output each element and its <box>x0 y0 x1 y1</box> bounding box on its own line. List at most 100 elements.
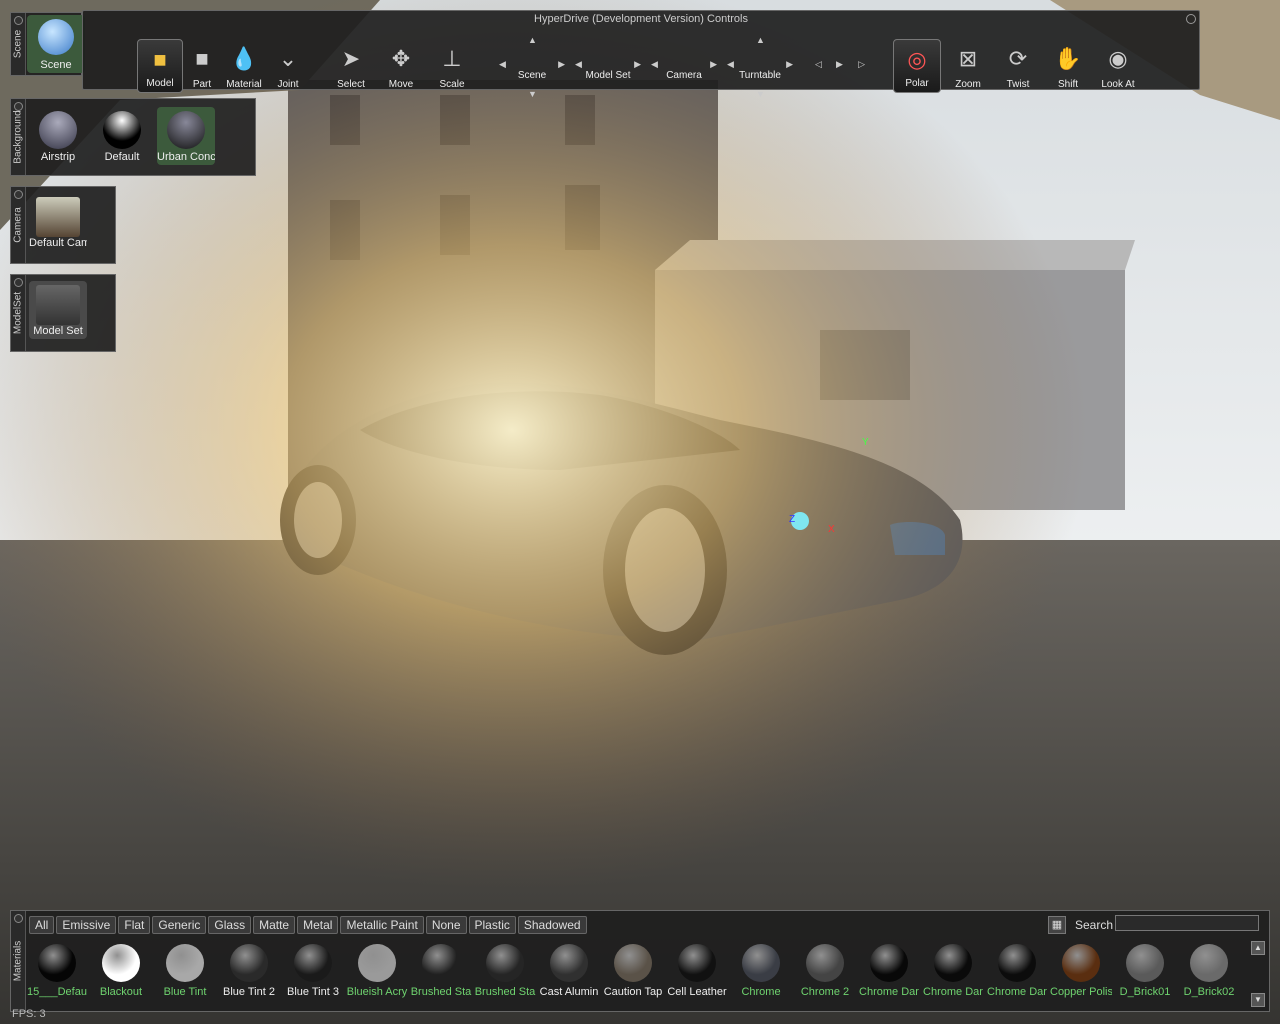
material-label: Cell Leather <box>667 986 727 998</box>
background-urban-concrete[interactable]: Urban Conc <box>157 107 215 165</box>
material-item[interactable]: Chrome Dar <box>986 938 1048 1004</box>
material-item[interactable]: Cast Alumin <box>538 938 600 1004</box>
material-item[interactable]: Caution Tap <box>602 938 664 1004</box>
material-swatch <box>166 944 204 982</box>
material-item[interactable]: Blue Tint <box>154 938 216 1004</box>
scale-tool-label: Scale <box>439 79 465 90</box>
model-set-nav[interactable]: ◀ ▶ Model Set <box>573 41 643 93</box>
turntable-prev-icon[interactable]: ◀ <box>727 59 734 70</box>
scale-tool-button[interactable]: ⊥ Scale <box>429 39 475 93</box>
scene-panel: Scene Scene <box>10 12 85 76</box>
polar-camera-button[interactable]: ◎ Polar <box>893 39 941 93</box>
scene-button[interactable]: Scene <box>27 15 85 73</box>
shift-camera-button[interactable]: ✋ Shift <box>1045 39 1091 93</box>
scene-nav[interactable]: ◀ ▶ ▲ ▼ Scene <box>497 35 567 99</box>
material-swatch <box>486 944 524 982</box>
materials-tab-label: Materials <box>12 940 24 982</box>
filter-generic[interactable]: Generic <box>152 916 207 934</box>
urban-label: Urban Conc <box>157 151 215 163</box>
material-swatch <box>550 944 588 982</box>
scene-side-tab[interactable]: Scene <box>11 13 26 75</box>
material-item[interactable]: Chrome 2 <box>794 938 856 1004</box>
scene-prev-icon[interactable]: ◀ <box>499 59 506 70</box>
filter-metal[interactable]: Metal <box>297 916 339 934</box>
material-item[interactable]: Blueish Acry <box>346 938 408 1004</box>
turntable-next-icon[interactable]: ▶ <box>786 59 793 70</box>
camera-default[interactable]: Default Cam <box>29 193 87 251</box>
twist-camera-button[interactable]: ⟳ Twist <box>995 39 1041 93</box>
turntable-nav[interactable]: ◀ ▶ ▲ ▼ Turntable <box>725 35 795 99</box>
filter-metallic-paint[interactable]: Metallic Paint <box>340 916 424 934</box>
filter-matte[interactable]: Matte <box>253 916 296 934</box>
material-item[interactable]: Blue Tint 3 <box>282 938 344 1004</box>
model-tool-button[interactable]: ■ Model <box>137 39 183 93</box>
modelset-side-tab[interactable]: ModelSet <box>11 275 26 351</box>
select-tool-button[interactable]: ➤ Select <box>328 39 374 93</box>
cursor-icon: ➤ <box>341 46 361 71</box>
background-side-tab[interactable]: Background <box>11 99 26 175</box>
material-item[interactable]: Brushed Sta <box>474 938 536 1004</box>
turntable-up-icon[interactable]: ▲ <box>756 35 765 45</box>
play-icon[interactable]: ▶ <box>836 59 843 70</box>
material-item[interactable]: Chrome Dar <box>922 938 984 1004</box>
material-label: Blueish Acry <box>346 986 408 998</box>
material-item[interactable]: Blackout <box>90 938 152 1004</box>
filter-glass[interactable]: Glass <box>208 916 252 934</box>
model-set-prev-icon[interactable]: ◀ <box>575 59 582 70</box>
toolbar-title: HyperDrive (Development Version) Control… <box>534 13 748 25</box>
model-set-next-icon[interactable]: ▶ <box>634 59 641 70</box>
scene-next-icon[interactable]: ▶ <box>558 59 565 70</box>
filter-none[interactable]: None <box>425 916 467 934</box>
joint-tool-button[interactable]: ⌄ Joint <box>265 39 311 93</box>
material-item[interactable]: Copper Polis <box>1050 938 1112 1004</box>
search-input[interactable] <box>1115 915 1259 931</box>
forward-icon[interactable]: ▷ <box>858 59 865 70</box>
material-swatch <box>998 944 1036 982</box>
scroll-up-icon[interactable]: ▲ <box>1251 941 1265 955</box>
rewind-icon[interactable]: ◁ <box>815 59 822 70</box>
material-label: Blue Tint 3 <box>287 986 339 998</box>
filter-shadowed[interactable]: Shadowed <box>517 916 587 934</box>
materials-side-tab[interactable]: Materials <box>11 911 26 1011</box>
material-item[interactable]: Chrome <box>730 938 792 1004</box>
filter-plastic[interactable]: Plastic <box>468 916 516 934</box>
material-item[interactable]: D_Brick02 <box>1178 938 1240 1004</box>
background-airstrip[interactable]: Airstrip <box>29 107 87 165</box>
scroll-down-icon[interactable]: ▼ <box>1251 993 1265 1007</box>
playback-controls[interactable]: ◁ ▶ ▷ <box>805 41 875 93</box>
material-swatch <box>294 944 332 982</box>
material-item[interactable]: Cell Leather <box>666 938 728 1004</box>
move-tool-button[interactable]: ✥ Move <box>378 39 424 93</box>
grid-view-icon[interactable]: ▦ <box>1048 916 1066 934</box>
camera-next-icon[interactable]: ▶ <box>710 59 717 70</box>
zoom-camera-button[interactable]: ⊠ Zoom <box>945 39 991 93</box>
filter-emissive[interactable]: Emissive <box>56 916 117 934</box>
eye-icon: ◉ <box>1108 46 1128 71</box>
material-tool-button[interactable]: 💧 Material <box>221 39 267 93</box>
modelset-tab-label: ModelSet <box>12 291 24 335</box>
joint-tool-label: Joint <box>277 79 299 90</box>
turntable-down-icon[interactable]: ▼ <box>756 89 765 99</box>
camera-side-tab[interactable]: Camera <box>11 187 26 263</box>
material-item[interactable]: Brushed Sta <box>410 938 472 1004</box>
filter-flat[interactable]: Flat <box>118 916 151 934</box>
material-item[interactable]: 15___Defau <box>26 938 88 1004</box>
camera-prev-icon[interactable]: ◀ <box>651 59 658 70</box>
part-tool-label: Part <box>192 79 212 90</box>
material-item[interactable]: Blue Tint 2 <box>218 938 280 1004</box>
material-item[interactable]: D_Brick01 <box>1114 938 1176 1004</box>
scene-up-icon[interactable]: ▲ <box>528 35 537 45</box>
look-at-camera-button[interactable]: ◉ Look At <box>1095 39 1141 93</box>
toolbar-close-icon[interactable] <box>1186 14 1196 24</box>
material-item[interactable]: Chrome Dar <box>858 938 920 1004</box>
filter-all[interactable]: All <box>29 916 55 934</box>
material-swatch <box>422 944 460 982</box>
material-label: Chrome <box>741 986 781 998</box>
modelset-panel: ModelSet Model Set <box>10 274 116 352</box>
camera-nav[interactable]: ◀ ▶ Camera <box>649 41 719 93</box>
background-default[interactable]: Default <box>93 107 151 165</box>
scene-down-icon[interactable]: ▼ <box>528 89 537 99</box>
part-tool-button[interactable]: ■ Part <box>179 39 225 93</box>
select-tool-label: Select <box>337 79 365 90</box>
modelset-item[interactable]: Model Set <box>29 281 87 339</box>
